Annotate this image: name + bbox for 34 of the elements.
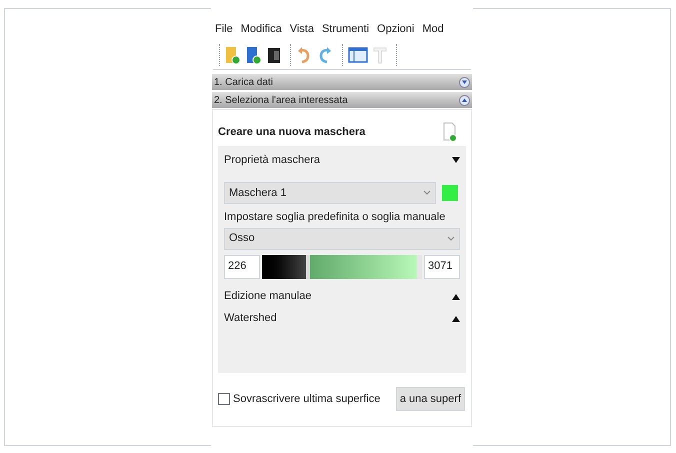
step-header[interactable]: 2. Seleziona l'area interessata: [212, 92, 472, 108]
checkbox-label: Sovrascrivere ultima superfice: [233, 392, 380, 407]
mask-dropdown[interactable]: Maschera 1: [224, 182, 436, 204]
section-header[interactable]: Edizione manulae: [224, 288, 312, 305]
window-layout-icon[interactable]: [348, 44, 368, 64]
menu-item[interactable]: File: [215, 20, 233, 38]
triangle-icon[interactable]: [452, 156, 460, 164]
threshold-label: Impostare soglia predefinita o soglia manuale: [224, 210, 446, 225]
step-header[interactable]: 1. Carica dati: [212, 74, 472, 90]
surface-button[interactable]: a una superf: [396, 387, 465, 411]
document-add-icon[interactable]: [246, 44, 262, 64]
mask-color-swatch[interactable]: [442, 185, 458, 201]
overwrite-checkbox[interactable]: [218, 393, 230, 405]
menu-item[interactable]: Strumenti: [322, 20, 370, 38]
menu-item[interactable]: Opzioni: [377, 20, 414, 38]
new-document-icon[interactable]: [442, 122, 458, 142]
step-title: 1. Carica dati: [214, 76, 273, 90]
preset-dropdown[interactable]: Osso: [224, 228, 460, 250]
menu-item[interactable]: Mod: [422, 20, 444, 38]
step-title: 2. Seleziona l'area interessata: [214, 94, 348, 108]
min-value-field[interactable]: 226: [224, 254, 260, 278]
folder-add-icon[interactable]: [225, 44, 241, 64]
triangle-icon[interactable]: [452, 314, 460, 322]
panel-title: Creare una nuova maschera: [218, 124, 366, 140]
expand-icon[interactable]: [459, 76, 470, 88]
triangle-icon[interactable]: [452, 292, 460, 300]
group-header[interactable]: Proprietà maschera: [224, 152, 320, 168]
max-value-field[interactable]: 3071: [424, 254, 460, 278]
menu-item[interactable]: Modifica: [240, 20, 282, 38]
section-header[interactable]: Watershed: [224, 310, 277, 327]
chevron-down-icon: [447, 236, 455, 242]
collapse-icon[interactable]: [459, 94, 470, 106]
chevron-down-icon: [422, 190, 431, 196]
menu-item[interactable]: Vista: [290, 20, 314, 38]
